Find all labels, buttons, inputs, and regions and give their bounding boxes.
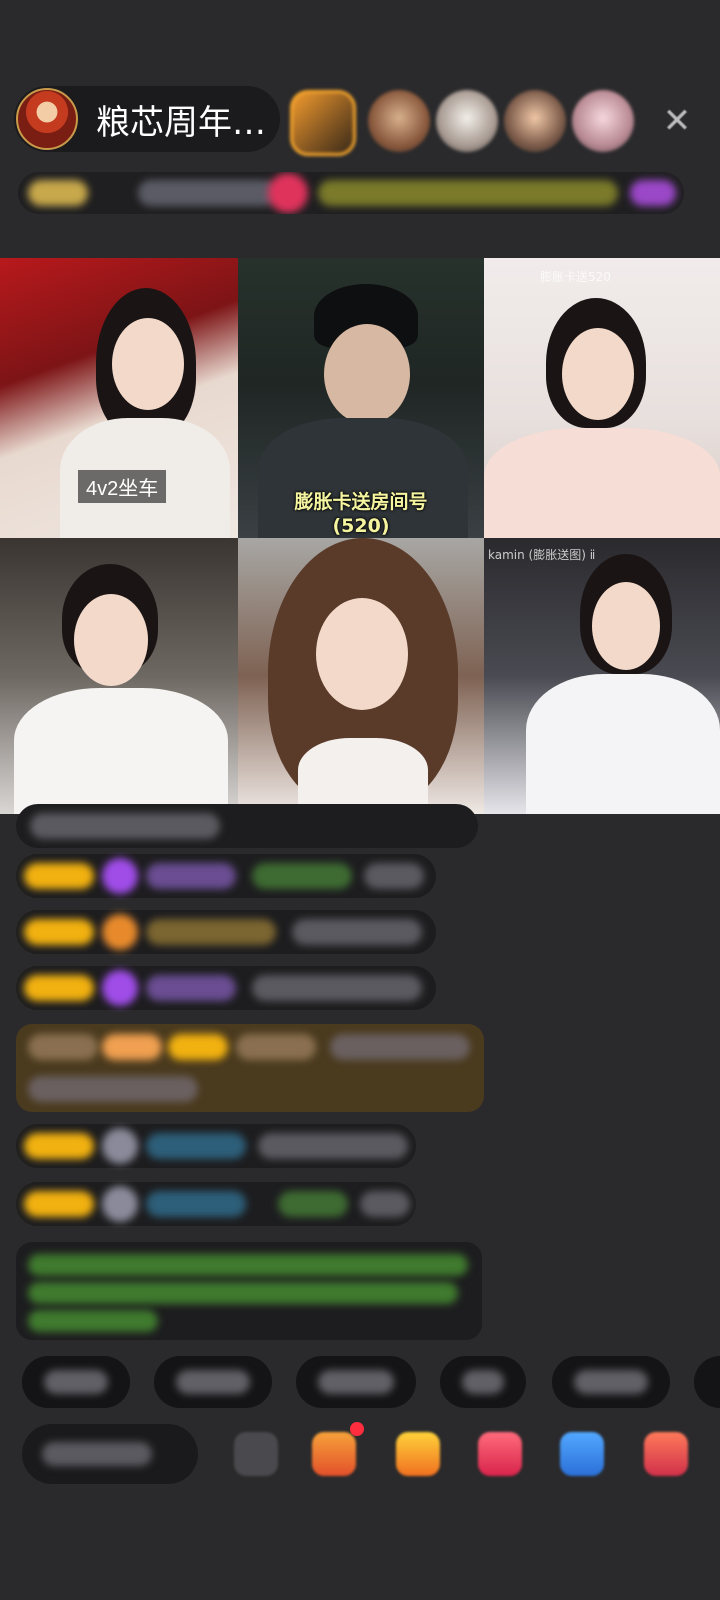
notification-dot [350, 1422, 364, 1436]
blurred-info[interactable] [630, 180, 676, 206]
blurred-text [44, 1370, 108, 1394]
video-tile[interactable] [238, 538, 484, 814]
blurred-text [330, 1034, 470, 1060]
blurred-text [252, 975, 422, 1001]
streamer-figure [112, 318, 184, 410]
quick-reply-chip[interactable] [22, 1356, 130, 1408]
video-grid: 4v2坐车 膨胀卡送房间号 (520) 膨胀卡送520 kamin (膨胀送图)… [0, 258, 720, 814]
quick-reply-chip[interactable] [154, 1356, 272, 1408]
blurred-info [138, 180, 278, 206]
blurred-text [28, 1282, 458, 1304]
chat-message[interactable] [16, 854, 436, 898]
like-icon[interactable] [478, 1432, 522, 1476]
chat-message[interactable] [16, 804, 478, 848]
blurred-info[interactable] [318, 180, 618, 206]
level-badge [24, 863, 94, 889]
quick-reply-chip[interactable] [440, 1356, 526, 1408]
blurred-text [42, 1442, 152, 1466]
blurred-username [146, 919, 276, 945]
streamer-figure [484, 428, 720, 538]
message-icon[interactable] [560, 1432, 604, 1476]
blurred-badge [102, 1034, 162, 1060]
room-info-row [18, 172, 684, 214]
video-tile[interactable]: 膨胀卡送房间号 (520) [238, 258, 484, 538]
viewer-avatar[interactable] [368, 90, 430, 152]
blurred-text [252, 863, 352, 889]
blurred-info [28, 180, 88, 206]
comment-input[interactable] [22, 1424, 198, 1484]
viewer-avatar[interactable] [504, 90, 566, 152]
fan-badge-icon [102, 970, 138, 1006]
video-tile[interactable] [0, 538, 238, 814]
blurred-text [278, 1191, 348, 1217]
blurred-username [146, 1191, 246, 1217]
fan-badge-icon [102, 914, 138, 950]
close-icon[interactable]: ✕ [660, 104, 694, 138]
host-avatar[interactable] [16, 88, 78, 150]
streamer-figure [592, 582, 660, 670]
blurred-text [30, 813, 220, 839]
streamer-figure [14, 688, 228, 814]
blurred-text [28, 1310, 158, 1332]
blurred-text [462, 1370, 504, 1394]
tile-caption: 膨胀卡送房间号 (520) [238, 490, 484, 538]
caption-line: 膨胀卡送房间号 [294, 491, 428, 513]
host-name: 粮芯周年… [96, 102, 266, 143]
level-badge [24, 1133, 94, 1159]
video-tile[interactable]: 膨胀卡送520 [484, 258, 720, 538]
blurred-username [236, 1034, 316, 1060]
quick-reply-chip[interactable] [694, 1356, 720, 1408]
streamer-figure [74, 594, 148, 686]
blurred-info[interactable] [268, 173, 308, 213]
blurred-text [28, 1254, 468, 1276]
gift-bag-icon[interactable] [396, 1432, 440, 1476]
video-tile[interactable]: kamin (膨胀送图) ⅱ [484, 538, 720, 814]
tile-label: 4v2坐车 [78, 470, 167, 503]
streamer-figure [324, 324, 410, 424]
gift-icon[interactable] [312, 1432, 356, 1476]
blurred-text [360, 1191, 410, 1217]
blurred-text [28, 1034, 98, 1060]
chat-message[interactable] [16, 1182, 416, 1226]
chat-message[interactable] [16, 966, 436, 1010]
level-badge [24, 1191, 94, 1217]
blurred-username [146, 1133, 246, 1159]
quick-reply-chip[interactable] [552, 1356, 670, 1408]
blurred-text [292, 919, 422, 945]
streamer-figure [298, 738, 428, 814]
streamer-figure [526, 674, 720, 814]
blurred-text [28, 1076, 198, 1102]
tile-tag: kamin (膨胀送图) ⅱ [488, 548, 596, 562]
quick-reply-chip[interactable] [296, 1356, 416, 1408]
blurred-text [258, 1133, 408, 1159]
streamer-figure [316, 598, 408, 710]
level-badge [24, 919, 94, 945]
blurred-text [318, 1370, 394, 1394]
apps-icon[interactable] [644, 1432, 688, 1476]
gift-message[interactable] [16, 1024, 484, 1112]
level-badge [168, 1034, 228, 1060]
blurred-text [364, 863, 424, 889]
viewer-avatar[interactable] [436, 90, 498, 152]
fan-badge-icon [102, 1128, 138, 1164]
level-badge [24, 975, 94, 1001]
blurred-text [574, 1370, 648, 1394]
host-info-pill[interactable]: 粮芯周年… [14, 86, 280, 152]
blurred-username [146, 975, 236, 1001]
chat-message[interactable] [16, 1124, 416, 1168]
viewer-avatar[interactable] [572, 90, 634, 152]
fan-badge-icon [102, 1186, 138, 1222]
streamer-figure [562, 328, 634, 420]
system-message [16, 1242, 482, 1340]
tile-tag: 膨胀卡送520 [540, 270, 611, 284]
more-icon[interactable] [234, 1432, 278, 1476]
caption-line: (520) [332, 515, 390, 537]
chat-message[interactable] [16, 910, 436, 954]
video-tile[interactable]: 4v2坐车 [0, 258, 238, 538]
blurred-text [176, 1370, 250, 1394]
viewer-avatar[interactable] [290, 90, 356, 156]
blurred-username [146, 863, 236, 889]
fan-badge-icon [102, 858, 138, 894]
